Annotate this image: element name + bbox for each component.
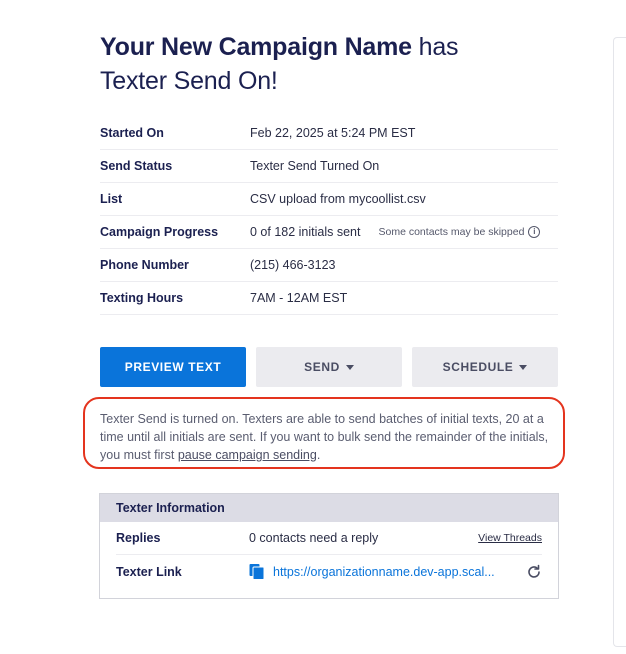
detail-value: (215) 466-3123 (250, 258, 336, 272)
detail-row-phone-number: Phone Number (215) 466-3123 (100, 249, 558, 282)
caret-down-icon (345, 364, 354, 370)
replies-label: Replies (116, 531, 161, 545)
replies-row: Replies 0 contacts need a reply View Thr… (116, 522, 542, 555)
detail-row-campaign-progress: Campaign Progress 0 of 182 initials sent… (100, 216, 558, 249)
skipped-note-text: Some contacts may be skipped (378, 226, 525, 238)
campaign-name: Your New Campaign Name (100, 33, 412, 61)
view-threads-link[interactable]: View Threads (478, 532, 542, 544)
schedule-label: SCHEDULE (442, 360, 514, 374)
detail-label: Started On (100, 126, 164, 140)
texter-link-url[interactable]: https://organizationname.dev-app.scal... (273, 565, 520, 579)
notice-text: Texter Send is turned on. Texters are ab… (100, 412, 549, 462)
send-label: SEND (304, 360, 340, 374)
texter-send-notice: Texter Send is turned on. Texters are ab… (100, 410, 555, 464)
detail-row-list: List CSV upload from mycoollist.csv (100, 183, 558, 216)
page-title: Your New Campaign Name has Texter Send O… (100, 30, 560, 98)
detail-row-started-on: Started On Feb 22, 2025 at 5:24 PM EST (100, 117, 558, 150)
info-icon[interactable]: i (528, 226, 541, 238)
detail-value: Texter Send Turned On (250, 159, 380, 173)
copy-document-icon[interactable] (249, 563, 265, 580)
skipped-note: Some contacts may be skipped i (379, 226, 541, 238)
texter-link-row: Texter Link https://organizationname.dev… (116, 555, 542, 588)
texter-information-heading: Texter Information (100, 494, 558, 522)
notice-end: . (316, 448, 321, 462)
replies-value: 0 contacts need a reply (249, 531, 379, 545)
detail-label: Send Status (100, 159, 173, 173)
title-status: Texter Send On! (100, 67, 278, 95)
caret-down-icon (519, 364, 528, 370)
detail-label: List (100, 192, 123, 206)
detail-value: 0 of 182 initials sent (250, 225, 361, 239)
preview-text-button[interactable]: PREVIEW TEXT (100, 347, 246, 387)
detail-label: Phone Number (100, 258, 189, 272)
detail-label: Texting Hours (100, 291, 184, 305)
send-dropdown-button[interactable]: SEND (256, 347, 402, 387)
campaign-details: Started On Feb 22, 2025 at 5:24 PM EST S… (100, 117, 558, 315)
title-suffix: has (418, 33, 459, 61)
schedule-dropdown-button[interactable]: SCHEDULE (412, 347, 558, 387)
detail-value: 7AM - 12AM EST (250, 291, 348, 305)
detail-label: Campaign Progress (100, 225, 219, 239)
detail-value: Feb 22, 2025 at 5:24 PM EST (250, 126, 416, 140)
texter-information-panel: Texter Information Replies 0 contacts ne… (99, 493, 559, 599)
detail-row-send-status: Send Status Texter Send Turned On (100, 150, 558, 183)
refresh-icon[interactable] (526, 564, 542, 580)
action-buttons: PREVIEW TEXT SEND SCHEDULE (100, 347, 558, 387)
side-panel (613, 37, 626, 647)
pause-campaign-link[interactable]: pause campaign sending (178, 448, 317, 462)
detail-value: CSV upload from mycoollist.csv (250, 192, 426, 206)
detail-row-texting-hours: Texting Hours 7AM - 12AM EST (100, 282, 558, 315)
texter-link-label: Texter Link (116, 564, 182, 579)
